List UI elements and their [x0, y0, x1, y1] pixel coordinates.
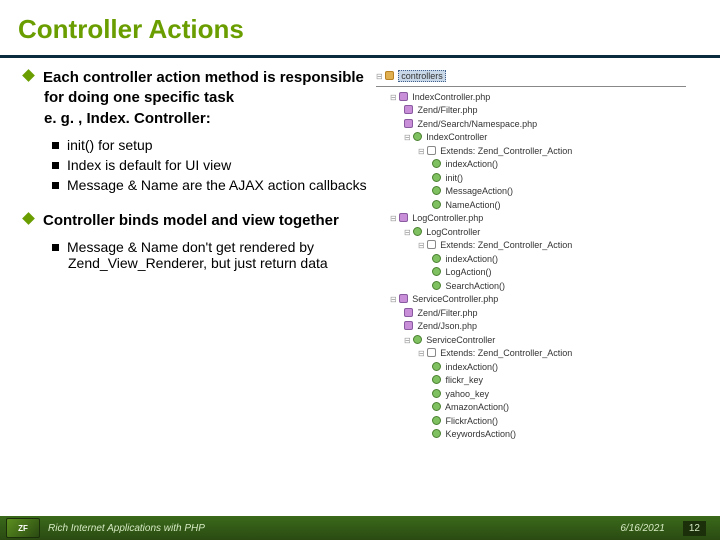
tree-node: FlickrAction(): [376, 415, 696, 429]
class-icon: [413, 335, 422, 344]
method-icon: [432, 267, 441, 276]
footer-caption: Rich Internet Applications with PHP: [48, 523, 205, 534]
php-file-icon: [399, 92, 408, 101]
sub-bullet: Index is default for UI view: [68, 157, 368, 173]
square-icon: [52, 182, 59, 189]
tree-node: indexAction(): [376, 361, 696, 375]
sub-bullet: Message & Name are the AJAX action callb…: [68, 177, 368, 193]
method-icon: [432, 362, 441, 371]
field-icon: [432, 375, 441, 384]
method-icon: [432, 173, 441, 182]
method-icon: [432, 402, 441, 411]
tree-node: indexAction(): [376, 158, 696, 172]
tree-node: Zend/Json.php: [376, 320, 696, 334]
method-icon: [432, 159, 441, 168]
method-icon: [432, 254, 441, 263]
method-icon: [432, 200, 441, 209]
bullet-1: Each controller action method is respons…: [44, 68, 368, 129]
tree-selected: controllers: [398, 70, 446, 82]
diamond-icon: [22, 69, 35, 82]
tree-node: NameAction(): [376, 199, 696, 213]
footer: ZF Rich Internet Applications with PHP 6…: [0, 516, 720, 540]
tree-node: KeywordsAction(): [376, 428, 696, 442]
tree-node: indexAction(): [376, 253, 696, 267]
tree-node: ⊟ Extends: Zend_Controller_Action: [376, 239, 696, 253]
tree-node: ⊟ IndexController: [376, 131, 696, 145]
tree-node: ⊟ LogController.php: [376, 212, 696, 226]
php-file-icon: [399, 294, 408, 303]
file-tree: ⊟ controllers ⊟ IndexController.php Zend…: [376, 68, 696, 442]
tree-node: ⊟ LogController: [376, 226, 696, 240]
square-icon: [52, 162, 59, 169]
text-column: Each controller action method is respons…: [24, 68, 376, 442]
square-icon: [52, 142, 59, 149]
tree-node: flickr_key: [376, 374, 696, 388]
php-file-icon: [404, 105, 413, 114]
class-icon: [413, 227, 422, 236]
tree-node: MessageAction(): [376, 185, 696, 199]
tree-node: ⊟ Extends: Zend_Controller_Action: [376, 145, 696, 159]
bullet-2: Controller binds model and view together: [44, 211, 368, 231]
tree-node: AmazonAction(): [376, 401, 696, 415]
method-icon: [432, 429, 441, 438]
diamond-icon: [22, 212, 35, 225]
tree-node: Zend/Filter.php: [376, 307, 696, 321]
tree-node: ⊟ ServiceController.php: [376, 293, 696, 307]
tree-node: LogAction(): [376, 266, 696, 280]
tree-node: init(): [376, 172, 696, 186]
php-file-icon: [404, 308, 413, 317]
sub-bullet: init() for setup: [68, 137, 368, 153]
slide-body: Each controller action method is respons…: [0, 58, 720, 442]
tree-node: SearchAction(): [376, 280, 696, 294]
php-file-icon: [404, 321, 413, 330]
zf-logo: ZF: [6, 518, 40, 538]
method-icon: [432, 416, 441, 425]
field-icon: [432, 389, 441, 398]
tree-root: ⊟ controllers: [376, 70, 696, 84]
php-file-icon: [404, 119, 413, 128]
tree-node: yahoo_key: [376, 388, 696, 402]
folder-icon: [385, 71, 394, 80]
tree-node: ⊟ ServiceController: [376, 334, 696, 348]
footer-date: 6/16/2021: [620, 523, 665, 534]
php-file-icon: [399, 213, 408, 222]
tree-node: Zend/Filter.php: [376, 104, 696, 118]
method-icon: [432, 281, 441, 290]
tree-node: ⊟ IndexController.php: [376, 91, 696, 105]
extends-icon: [427, 240, 436, 249]
page-number: 12: [683, 521, 706, 536]
extends-icon: [427, 348, 436, 357]
tree-node: Zend/Search/Namespace.php: [376, 118, 696, 132]
method-icon: [432, 186, 441, 195]
class-icon: [413, 132, 422, 141]
sub-bullet: Message & Name don't get rendered by Zen…: [68, 239, 368, 271]
extends-icon: [427, 146, 436, 155]
square-icon: [52, 244, 59, 251]
slide-title: Controller Actions: [0, 0, 720, 55]
tree-node: ⊟ Extends: Zend_Controller_Action: [376, 347, 696, 361]
